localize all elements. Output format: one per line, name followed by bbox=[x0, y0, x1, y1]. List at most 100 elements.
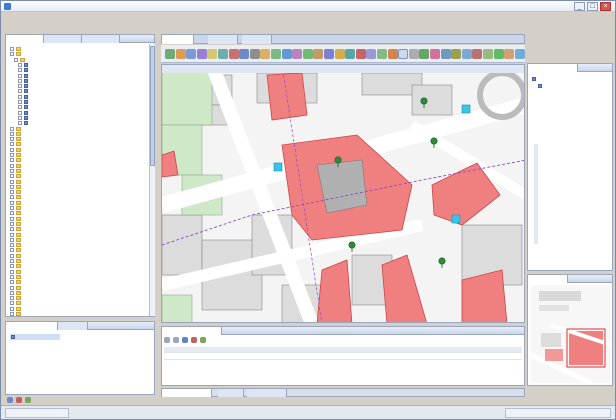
menu-item[interactable] bbox=[290, 14, 304, 22]
toolbar-tool-icon[interactable] bbox=[493, 49, 504, 59]
menu-item[interactable] bbox=[134, 14, 154, 22]
left-bottom-panel-header bbox=[6, 322, 154, 330]
toolbar-tool-icon[interactable] bbox=[419, 49, 430, 59]
map-canvas[interactable] bbox=[162, 65, 525, 323]
toolbar-tool-icon[interactable] bbox=[355, 49, 366, 59]
menu-item[interactable] bbox=[25, 14, 45, 22]
menu-item[interactable] bbox=[215, 14, 233, 22]
tab-left-bottom-1[interactable] bbox=[6, 322, 58, 330]
expand-icon[interactable] bbox=[10, 312, 14, 316]
window-title bbox=[14, 2, 184, 11]
delete-icon[interactable] bbox=[16, 397, 22, 403]
right-top-title[interactable] bbox=[528, 64, 578, 72]
toolbar-tool-icon[interactable] bbox=[408, 49, 419, 59]
toolbar-tool-icon[interactable] bbox=[440, 49, 451, 59]
menu-bar bbox=[1, 13, 615, 23]
right-bottom-title[interactable] bbox=[528, 275, 568, 283]
tree-item[interactable] bbox=[8, 311, 146, 317]
toolbar-tool-icon[interactable] bbox=[366, 49, 377, 59]
menu-item[interactable] bbox=[236, 14, 254, 22]
toolbar-tool-icon[interactable] bbox=[281, 49, 292, 59]
stop-icon[interactable] bbox=[191, 337, 197, 343]
toolbar-tool-icon[interactable] bbox=[175, 49, 186, 59]
map-view[interactable] bbox=[161, 64, 525, 323]
right-bottom-panel-header bbox=[528, 275, 612, 283]
toolbar-tool-icon[interactable] bbox=[345, 49, 356, 59]
layer-icon bbox=[11, 335, 15, 339]
toolbar-tool-icon[interactable] bbox=[218, 49, 228, 59]
toolbar-tool-icon[interactable] bbox=[165, 49, 175, 59]
toolbar-tool-icon[interactable] bbox=[324, 49, 334, 59]
toolbar-tool-icon[interactable] bbox=[249, 49, 260, 59]
toolbar-tool-icon[interactable] bbox=[334, 49, 345, 59]
toolbar-tool-icon[interactable] bbox=[292, 49, 303, 59]
map-toolbar bbox=[161, 45, 525, 63]
toolbar-tool-icon[interactable] bbox=[451, 49, 462, 59]
layer-tree-scrollbar[interactable] bbox=[149, 44, 155, 316]
properties-header-row bbox=[164, 347, 522, 353]
menu-item[interactable] bbox=[48, 14, 64, 22]
map-marker-pin-icon bbox=[420, 97, 428, 105]
menu-item[interactable] bbox=[90, 14, 106, 22]
tab-bottom-1[interactable] bbox=[162, 389, 212, 397]
selected-item[interactable] bbox=[10, 334, 60, 340]
tab-bottom-2[interactable] bbox=[218, 389, 244, 397]
toolbar-tool-icon[interactable] bbox=[207, 49, 218, 59]
tab-map-2[interactable] bbox=[208, 35, 238, 44]
layer-tree-panel bbox=[5, 34, 155, 317]
menu-item[interactable] bbox=[184, 14, 212, 22]
tab-third[interactable] bbox=[82, 35, 120, 43]
map-tab-strip bbox=[161, 34, 525, 44]
toolbar-tool-icon[interactable] bbox=[228, 49, 239, 59]
toolbar-tool-icon[interactable] bbox=[302, 49, 313, 59]
scrollbar-thumb[interactable] bbox=[150, 46, 155, 166]
menu-item[interactable] bbox=[67, 14, 87, 22]
toolbar-tool-icon[interactable] bbox=[271, 49, 281, 59]
prev-icon[interactable] bbox=[173, 337, 179, 343]
menu-item[interactable] bbox=[4, 14, 22, 22]
table-row[interactable] bbox=[164, 354, 522, 360]
minimize-button[interactable]: _ bbox=[574, 2, 585, 11]
toolbar-tool-icon[interactable] bbox=[461, 49, 472, 59]
tab-properties[interactable] bbox=[162, 327, 222, 335]
toolbar-tool-icon[interactable] bbox=[514, 49, 525, 59]
toolbar-tool-icon[interactable] bbox=[504, 49, 515, 59]
map-poi-icon bbox=[451, 214, 461, 224]
toolbar-tool-icon[interactable] bbox=[239, 49, 250, 59]
menu-item[interactable] bbox=[157, 14, 181, 22]
map-building bbox=[461, 269, 508, 322]
toolbar-tool-icon[interactable] bbox=[260, 49, 271, 59]
toolbar-tool-icon[interactable] bbox=[387, 49, 398, 59]
left-bottom-toolbar bbox=[5, 397, 155, 404]
tab-bottom-3[interactable] bbox=[247, 389, 287, 397]
menu-item[interactable] bbox=[109, 14, 131, 22]
ok-icon[interactable] bbox=[200, 337, 206, 343]
layer-icon bbox=[538, 84, 542, 88]
toolbar-tool-icon[interactable] bbox=[186, 49, 197, 59]
tab-map[interactable] bbox=[162, 35, 194, 44]
map-marker-pin-icon bbox=[348, 241, 356, 249]
add-icon[interactable] bbox=[7, 397, 13, 403]
close-button[interactable]: × bbox=[600, 2, 611, 11]
right-tree-item[interactable] bbox=[532, 76, 592, 82]
menu-item[interactable] bbox=[257, 14, 287, 22]
toolbar-tool-icon[interactable] bbox=[313, 49, 324, 59]
tab-left-bottom-2[interactable] bbox=[58, 322, 88, 330]
refresh-icon[interactable] bbox=[25, 397, 31, 403]
overview-map[interactable] bbox=[531, 285, 611, 383]
first-icon[interactable] bbox=[164, 337, 170, 343]
tab-map-3[interactable] bbox=[242, 35, 272, 44]
next-icon[interactable] bbox=[182, 337, 188, 343]
right-tree-item[interactable] bbox=[538, 83, 598, 89]
right-top-divider bbox=[534, 144, 538, 244]
tab-layers[interactable] bbox=[6, 35, 44, 43]
maximize-button[interactable]: □ bbox=[587, 2, 598, 11]
toolbar-tool-icon[interactable] bbox=[377, 49, 387, 59]
toolbar-tool-icon[interactable] bbox=[430, 49, 440, 59]
toolbar-tool-icon[interactable] bbox=[483, 49, 493, 59]
toolbar-tool-icon[interactable] bbox=[472, 49, 483, 59]
tab-second[interactable] bbox=[44, 35, 82, 43]
toolbar-tool-icon[interactable] bbox=[196, 49, 207, 59]
map-marker-pin-icon bbox=[430, 137, 438, 145]
toolbar-tool-icon[interactable] bbox=[398, 49, 409, 59]
